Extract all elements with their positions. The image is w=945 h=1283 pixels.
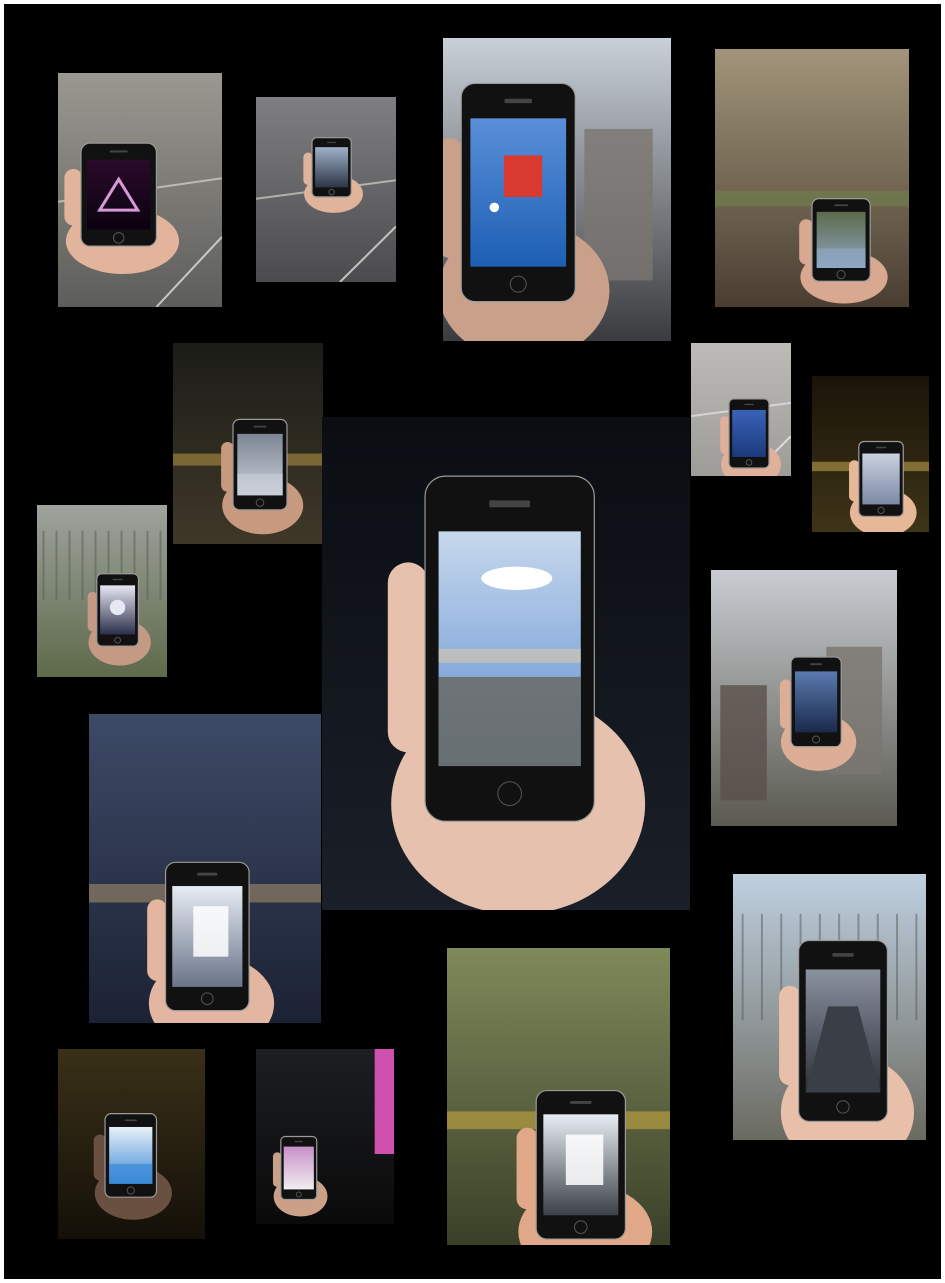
thumb (87, 591, 98, 632)
photo-floor-blue-image (691, 343, 791, 476)
photo-train-window-landscape (715, 49, 909, 307)
thumb (849, 460, 860, 502)
photo-night-window-image (256, 1049, 394, 1224)
photo-city-street-flag-image (443, 38, 671, 341)
thumb (303, 152, 313, 186)
thumb (147, 899, 168, 981)
phone-screen (794, 671, 838, 733)
light-panel (565, 1134, 604, 1186)
phone-speaker (109, 150, 128, 153)
horizon-mountains (438, 648, 581, 663)
phone-screen (732, 409, 766, 457)
thumb (779, 985, 801, 1086)
photo-city-view-image (711, 570, 897, 826)
phone-speaker (326, 141, 337, 144)
phone-screen (862, 453, 900, 505)
thumb (387, 562, 429, 753)
photo-train-seat (89, 714, 321, 1023)
cloud (481, 566, 553, 591)
photo-moving-field (447, 948, 670, 1245)
thumb (720, 416, 730, 455)
photo-street-neon (58, 73, 222, 307)
phone-speaker (197, 872, 218, 876)
screen-ground (237, 473, 283, 496)
photo-dim-room-image (58, 1049, 205, 1239)
collage-board (4, 4, 941, 1279)
photo-train-seat-image (89, 714, 321, 1023)
photo-center-sky-image (322, 417, 690, 910)
photo-street-neon-image (58, 73, 222, 307)
phone-speaker (834, 204, 849, 207)
photo-night-window (256, 1049, 394, 1224)
photo-station-hall (256, 97, 396, 282)
photo-train-window-landscape-image (715, 49, 909, 307)
thumb (221, 441, 235, 492)
flag (503, 155, 543, 197)
photo-forest-road (733, 874, 926, 1140)
photo-moving-field-image (447, 948, 670, 1245)
phone-screen (86, 159, 151, 230)
thumb (799, 219, 814, 265)
photo-fog-field-image (37, 505, 167, 677)
photo-dim-room (58, 1049, 205, 1239)
building (720, 685, 767, 801)
thumb (443, 137, 464, 258)
phone-speaker (875, 446, 887, 449)
phone-speaker (112, 578, 123, 581)
phone-screen (315, 147, 349, 188)
photo-tunnel-alley (812, 376, 929, 532)
photo-fog-field (37, 505, 167, 677)
screen-ground (109, 1163, 153, 1184)
photo-center-sky (322, 417, 690, 910)
phone-speaker (253, 425, 267, 428)
phone-speaker (489, 500, 530, 508)
phone-speaker (124, 1119, 137, 1122)
photo-city-view (711, 570, 897, 826)
pink-curtain (374, 1049, 394, 1154)
thumb (93, 1134, 107, 1181)
phone-speaker (294, 1140, 304, 1143)
light-panel (193, 906, 229, 957)
photo-forest-road-image (733, 874, 926, 1140)
phone-speaker (832, 953, 854, 957)
photo-tunnel-alley-image (812, 376, 929, 532)
photo-train-interior-snow (173, 343, 323, 544)
photo-city-street-flag (443, 38, 671, 341)
phone-speaker (504, 98, 532, 104)
sun-glare (489, 202, 500, 213)
photo-floor-blue (691, 343, 791, 476)
phone-speaker (810, 663, 823, 666)
screen-ground (816, 248, 866, 268)
phone-screen (283, 1146, 314, 1190)
sun (109, 599, 126, 616)
thumb (64, 168, 83, 226)
phone-speaker (744, 403, 754, 406)
thumb (779, 679, 792, 729)
photo-train-interior-snow-image (173, 343, 323, 544)
screen-building (438, 676, 581, 767)
phone-speaker (570, 1100, 592, 1104)
thumb (516, 1127, 538, 1210)
photo-station-hall-image (256, 97, 396, 282)
